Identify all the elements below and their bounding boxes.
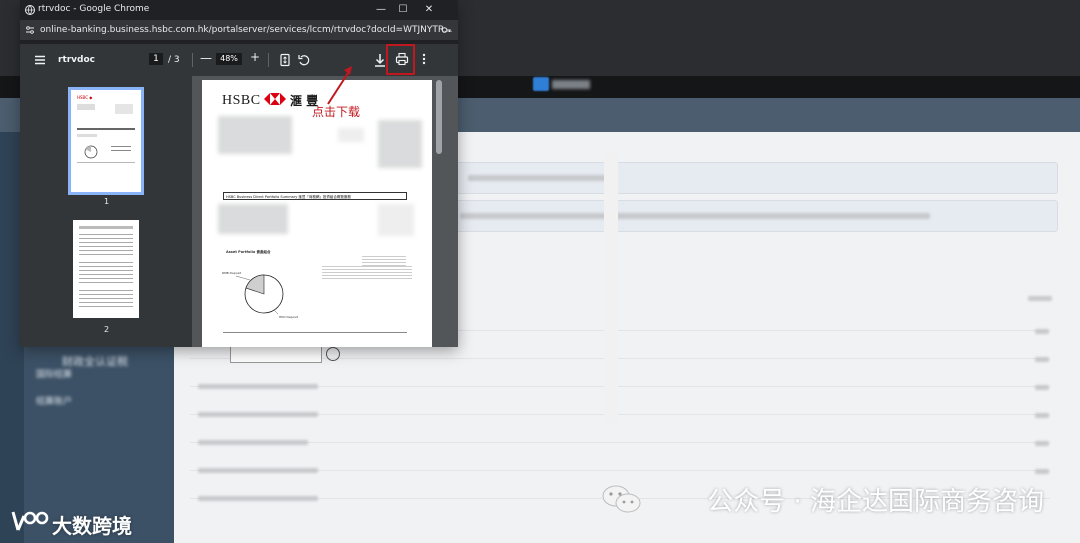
chrome-popup-window: rtrvdoc - Google Chrome — ☐ ✕ online-ban… [20,0,618,423]
background-tab-icon [533,77,549,91]
address-bar[interactable]: online-banking.business.hsbc.com.hk/port… [20,20,458,40]
background-side-item: 结算账户 [36,397,73,407]
page-scrollbar-track[interactable] [604,152,618,423]
background-text [1035,469,1049,474]
background-row [190,442,1050,443]
redacted-block [378,204,414,236]
toolbar-divider [192,53,193,67]
background-text [198,440,308,445]
background-row [190,414,1050,415]
url-text[interactable]: online-banking.business.hsbc.com.hk/port… [40,25,452,35]
close-button[interactable]: ✕ [418,2,440,18]
page-rule [223,332,407,333]
background-text [198,496,318,501]
svg-text:HKD Deposit: HKD Deposit [279,315,299,319]
wechat-watermark-text: 公众号 · 海企达国际商务咨询 [707,487,1044,517]
background-text [1035,441,1049,446]
minimize-button[interactable]: — [370,2,392,18]
zoom-in-button[interactable]: + [250,50,260,64]
svg-text:RMB Deposit: RMB Deposit [222,271,242,275]
chart-heading: Asset Portfolio 資產組合 [226,250,271,254]
background-text [1035,329,1049,334]
fit-page-icon[interactable] [278,53,292,67]
redacted-block [378,120,422,168]
rotate-icon[interactable] [297,53,311,67]
background-row [190,470,1050,471]
brand-watermark-text: 大数跨境 [52,514,132,538]
page-total: / 3 [168,55,180,65]
background-text [198,468,318,473]
background-text [1028,296,1052,301]
title-bar: rtrvdoc - Google Chrome — ☐ ✕ [20,0,458,20]
redacted-block [338,128,364,142]
page-thumbnail-1[interactable]: HSBC ◆ [68,87,144,195]
hsbc-wordmark: HSBC [222,93,261,108]
background-side-item: 国际结算 [36,370,73,380]
download-highlight-box [386,44,415,75]
background-text [460,213,930,219]
brand-logo-icon [11,511,49,531]
redacted-block [218,204,288,234]
pdf-page: HSBC 滙 豐 HSBC Business Direct Portfolio … [202,80,432,347]
table-lines [362,256,406,266]
background-text [1035,357,1049,362]
redacted-block [218,116,292,154]
background-text [198,412,318,417]
page-scrollbar-thumb[interactable] [436,80,442,154]
thumbnail-label: 2 [104,325,110,334]
background-row [190,386,1050,387]
hamburger-icon[interactable] [32,52,48,68]
window-title: rtrvdoc - Google Chrome [38,4,150,14]
table-lines [322,266,412,280]
thumbnail-preview [79,226,133,307]
red-arrow-annotation [327,66,352,105]
hsbc-hexagon-logo [264,93,286,105]
background-text [468,175,608,181]
page-number-input[interactable]: 1 [149,53,163,65]
background-text [1035,385,1049,390]
zoom-level-input[interactable]: 48% [216,53,242,65]
click-download-annotation: 点击下载 [312,105,361,119]
background-tab-label [552,80,590,89]
more-vertical-icon[interactable] [419,52,429,66]
globe-icon [25,5,35,15]
background-select [230,345,322,363]
document-name: rtrvdoc [58,55,96,65]
help-icon [326,347,340,361]
zoom-out-button[interactable]: — [200,51,212,65]
background-text [1035,413,1049,418]
thumbnail-preview: HSBC ◆ [77,95,135,163]
summary-title-box: HSBC Business Direct Portfolio Summary 滙… [223,192,407,200]
maximize-button[interactable]: ☐ [392,2,414,18]
toolbar-divider [268,53,269,67]
site-settings-icon[interactable] [24,24,36,36]
wechat-icon [602,485,641,513]
thumbnail-label: 1 [104,197,110,206]
thumbnail-sidebar: HSBC ◆ 1 2 [20,76,192,347]
svg-text:HSBC ◆: HSBC ◆ [77,95,93,100]
key-icon[interactable] [440,24,452,36]
page-thumbnail-2[interactable] [73,220,139,318]
asset-pie-chart: RMB Deposit HKD Deposit [222,271,299,319]
background-text [198,384,318,389]
